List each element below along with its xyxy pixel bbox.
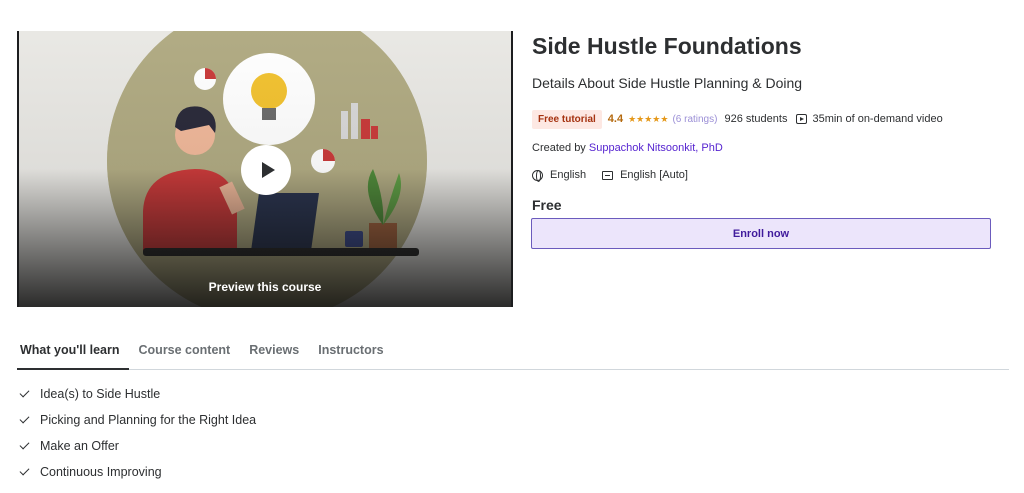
play-icon — [261, 162, 275, 178]
list-item: Picking and Planning for the Right Idea — [19, 407, 256, 433]
course-meta: Free tutorial 4.4 ★★★★★ (6 ratings) 926 … — [532, 109, 943, 129]
course-price: Free — [532, 197, 562, 213]
course-language: English — [550, 169, 587, 181]
created-by-label: Created by — [532, 142, 586, 154]
tab-instructors[interactable]: Instructors — [315, 332, 392, 370]
created-by: Created by Suppachok Nitsoonkit, PhD — [532, 142, 723, 154]
tab-course-content[interactable]: Course content — [136, 332, 240, 370]
check-icon — [19, 387, 30, 398]
language-row: English English [Auto] — [532, 169, 688, 182]
course-captions: English [Auto] — [620, 169, 688, 181]
instructor-link[interactable]: Suppachok Nitsoonkit, PhD — [589, 142, 723, 154]
tab-what-youll-learn[interactable]: What you'll learn — [17, 332, 129, 370]
learn-list: Idea(s) to Side Hustle Picking and Plann… — [19, 381, 256, 485]
check-icon — [19, 465, 30, 476]
video-icon — [796, 114, 808, 124]
globe-icon — [532, 169, 543, 182]
students-count: 926 students — [724, 113, 788, 125]
course-subtitle: Details About Side Hustle Planning & Doi… — [532, 75, 803, 91]
preview-label: Preview this course — [208, 280, 322, 294]
play-button[interactable] — [241, 145, 291, 195]
list-item: Continuous Improving — [19, 459, 256, 485]
tab-reviews[interactable]: Reviews — [246, 332, 308, 370]
check-icon — [19, 413, 30, 424]
ratings-count-link[interactable]: (6 ratings) — [672, 114, 717, 125]
course-title: Side Hustle Foundations — [532, 33, 802, 59]
list-item: Idea(s) to Side Hustle — [19, 381, 256, 407]
video-length: 35min of on-demand video — [812, 113, 943, 125]
course-preview[interactable]: Preview this course — [17, 31, 513, 307]
rating-value: 4.4 — [607, 113, 624, 125]
rating-stars-icon: ★★★★★ — [628, 113, 669, 124]
list-item: Make an Offer — [19, 433, 256, 459]
captions-icon — [602, 170, 614, 180]
check-icon — [19, 439, 30, 450]
course-tabs: What you'll learn Course content Reviews… — [17, 332, 1009, 370]
free-tutorial-badge: Free tutorial — [532, 109, 602, 129]
enroll-button[interactable]: Enroll now — [531, 218, 991, 249]
